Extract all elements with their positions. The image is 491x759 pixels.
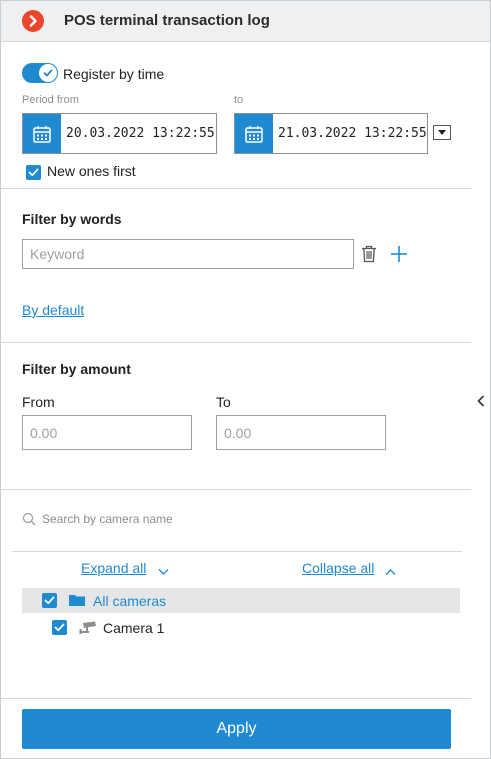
all-cameras-checkbox[interactable]	[42, 593, 57, 608]
calendar-icon[interactable]	[23, 114, 61, 153]
expand-all-link[interactable]: Expand all	[81, 560, 146, 576]
keyword-input[interactable]: Keyword	[22, 239, 354, 269]
tree-row-all-cameras[interactable]	[22, 588, 460, 613]
add-keyword-icon[interactable]	[390, 245, 408, 266]
chevron-down-icon[interactable]	[158, 563, 169, 579]
check-icon	[28, 168, 39, 177]
amount-to-input[interactable]: 0.00	[216, 415, 386, 450]
period-to-value: 21.03.2022 13:22:55	[278, 126, 427, 141]
period-to-field[interactable]: 21.03.2022 13:22:55	[234, 113, 428, 154]
amount-from-input[interactable]: 0.00	[22, 415, 192, 450]
trash-icon[interactable]	[361, 245, 377, 266]
section-divider	[1, 188, 471, 189]
period-to-label: to	[234, 94, 244, 106]
camera-icon	[79, 620, 97, 638]
folder-icon	[68, 593, 86, 610]
period-preset-dropdown[interactable]	[433, 125, 451, 140]
apply-button[interactable]: Apply	[22, 709, 451, 749]
toggle-knob	[39, 64, 57, 82]
all-cameras-label[interactable]: All cameras	[93, 593, 166, 609]
period-from-field[interactable]: 20.03.2022 13:22:55	[22, 113, 217, 154]
calendar-icon[interactable]	[235, 114, 273, 153]
period-from-value: 20.03.2022 13:22:55	[66, 126, 215, 141]
period-from-label: Period from	[22, 94, 79, 106]
amount-from-label: From	[22, 394, 55, 410]
camera-1-label[interactable]: Camera 1	[103, 620, 164, 636]
chevron-left-icon	[477, 395, 485, 407]
section-divider	[1, 342, 471, 343]
camera-search-placeholder: Search by camera name	[42, 512, 173, 526]
panel-title: POS terminal transaction log	[64, 12, 270, 29]
check-icon	[54, 623, 65, 632]
register-by-time-label: Register by time	[63, 66, 165, 82]
check-icon	[43, 69, 53, 77]
chevron-up-icon[interactable]	[385, 563, 396, 579]
footer-divider	[1, 698, 471, 699]
search-icon	[22, 512, 36, 526]
new-ones-first-label: New ones first	[47, 163, 136, 179]
amount-to-label: To	[216, 394, 231, 410]
caret-down-icon	[438, 130, 446, 135]
camera-1-checkbox[interactable]	[52, 620, 67, 635]
search-underline	[12, 551, 462, 552]
new-ones-first-checkbox[interactable]	[26, 165, 41, 180]
register-by-time-toggle[interactable]	[22, 63, 58, 83]
panel-header: POS terminal transaction log	[1, 1, 490, 42]
collapse-all-link[interactable]: Collapse all	[302, 560, 374, 576]
pos-log-panel: POS terminal transaction log Register by…	[0, 0, 491, 759]
by-default-link[interactable]: By default	[22, 302, 84, 318]
camera-search[interactable]: Search by camera name	[22, 512, 173, 526]
filter-by-words-title: Filter by words	[22, 211, 122, 227]
keyword-placeholder: Keyword	[30, 246, 85, 262]
expand-side-arrow[interactable]	[475, 393, 487, 409]
section-divider	[1, 489, 471, 490]
collapse-panel-button[interactable]	[22, 10, 44, 32]
chevron-right-icon	[29, 15, 37, 27]
amount-from-placeholder: 0.00	[30, 424, 58, 441]
filter-by-amount-title: Filter by amount	[22, 361, 131, 377]
amount-to-placeholder: 0.00	[224, 424, 252, 441]
check-icon	[44, 596, 55, 605]
